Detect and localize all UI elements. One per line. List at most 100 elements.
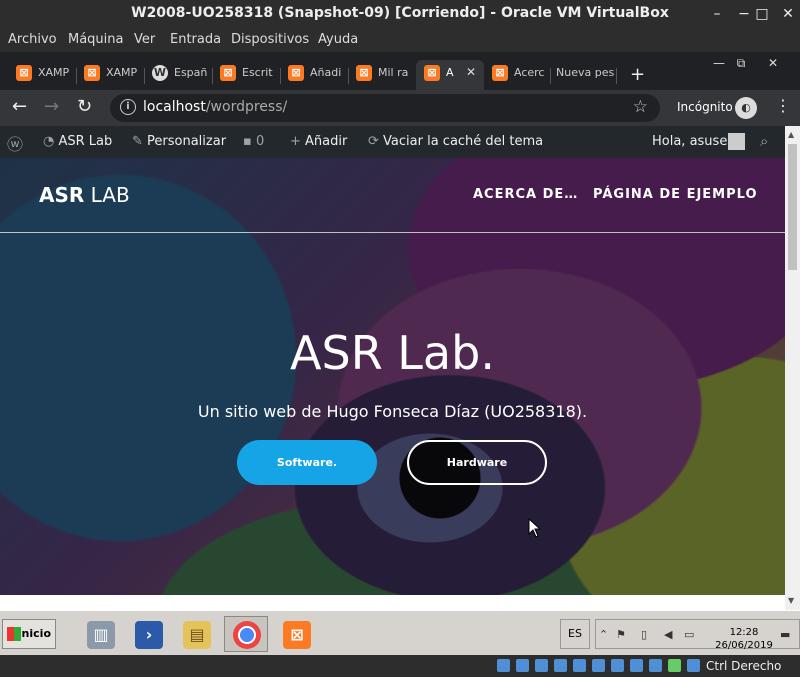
usb-icon[interactable]	[573, 659, 586, 672]
virtualbox-status-bar: Ctrl Derecho	[0, 655, 800, 677]
site-name-link[interactable]: ◔ ASR Lab	[43, 134, 112, 149]
tab-xampp-1[interactable]: ⊠ XAMP	[8, 60, 74, 90]
tab-escritorio[interactable]: ⊠ Escrit	[212, 60, 278, 90]
battery-icon[interactable]: ▯	[641, 628, 647, 641]
tab-wordpress-espanol[interactable]: W Españ	[144, 60, 210, 90]
menu-dispositivos[interactable]: Dispositivos	[231, 32, 309, 47]
recording-icon[interactable]	[630, 659, 643, 672]
new-tab-button[interactable]: +	[630, 64, 645, 85]
info-icon[interactable]: i	[120, 99, 136, 115]
tab-nueva-pestana[interactable]: Nueva pes	[550, 60, 616, 90]
menu-kebab-icon[interactable]: ⋮	[775, 96, 791, 115]
address-bar[interactable]: i localhost/wordpress/ ☆	[110, 94, 660, 122]
clock[interactable]: 12:28 26/06/2019	[714, 626, 774, 652]
shared-folders-icon[interactable]	[592, 659, 605, 672]
url-path: /wordpress/	[205, 99, 288, 115]
powershell-icon: ›	[135, 621, 163, 649]
audio-icon[interactable]	[535, 659, 548, 672]
menu-ver[interactable]: Ver	[134, 32, 155, 47]
dashboard-icon: ◔	[43, 134, 59, 149]
scroll-down-icon[interactable]: ▼	[788, 596, 794, 605]
menu-ayuda[interactable]: Ayuda	[318, 32, 358, 47]
comments-link[interactable]: ▪ 0	[243, 134, 264, 149]
xampp-icon: ⊠	[424, 65, 440, 81]
flag-icon[interactable]: ⚑	[616, 628, 626, 641]
tab-active[interactable]: ⊠ A ✕	[416, 60, 484, 90]
bookmark-star-icon[interactable]: ☆	[633, 97, 648, 117]
customize-link[interactable]: ✎ Personalizar	[132, 134, 226, 149]
volume-muted-icon[interactable]: ◀	[664, 628, 672, 641]
windows-taskbar: Inicio ▥ › ▤ ⊠ ES ⌃ ⚑ ▯ ◀ ▭ 12:28 26/06/…	[0, 610, 800, 655]
chrome-icon	[233, 621, 261, 649]
start-button[interactable]: Inicio	[2, 619, 56, 649]
tab-acerca[interactable]: ⊠ Acerc	[484, 60, 550, 90]
network-adapter-icon[interactable]	[554, 659, 567, 672]
refresh-icon: ⟳	[368, 134, 384, 149]
tray-expand-icon[interactable]: ⌃	[599, 628, 608, 641]
tab-mil-rosas[interactable]: ⊠ Mil ra	[348, 60, 414, 90]
hero-subtitle: Un sitio web de Hugo Fonseca Díaz (UO258…	[197, 402, 588, 421]
incognito-icon[interactable]: ◐	[735, 97, 757, 119]
back-arrow-icon[interactable]: ←	[12, 96, 27, 117]
search-icon[interactable]: ⌕	[760, 132, 768, 150]
plus-icon: +	[290, 134, 306, 149]
hero-title: ASR Lab.	[290, 326, 495, 380]
minimize-button[interactable]: –	[706, 3, 728, 25]
clear-cache-link[interactable]: ⟳ Vaciar la caché del tema	[368, 134, 543, 149]
tab-anadir[interactable]: ⊠ Añadi	[280, 60, 346, 90]
taskbar-powershell[interactable]: ›	[126, 616, 170, 652]
brush-icon: ✎	[132, 134, 148, 149]
taskbar-chrome[interactable]	[224, 616, 268, 652]
url-host: localhost	[143, 99, 206, 115]
display-icon[interactable]	[611, 659, 624, 672]
clock-date: 26/06/2019	[715, 640, 773, 651]
chrome-restore-button[interactable]: ⧉	[726, 54, 756, 72]
close-button[interactable]: ✕	[777, 3, 799, 25]
taskbar-xampp[interactable]: ⊠	[274, 616, 318, 652]
scrollbar-thumb[interactable]	[788, 144, 797, 270]
menu-maquina[interactable]: Máquina	[68, 32, 124, 47]
virtualbox-title-bar: W2008-UO258318 (Snapshot-09) [Corriendo]…	[0, 0, 800, 28]
page-bottom-area	[0, 595, 785, 610]
xampp-icon: ⊠	[288, 65, 304, 81]
mouse-integration-icon[interactable]	[687, 659, 700, 672]
language-indicator[interactable]: ES	[560, 619, 590, 649]
mouse-cursor-icon	[528, 518, 540, 538]
taskbar-server-manager[interactable]: ▥	[78, 616, 122, 652]
account-greeting[interactable]: Hola, asuser	[652, 134, 733, 149]
taskbar-explorer[interactable]: ▤	[174, 616, 218, 652]
browser-tab-strip: ⊠ XAMP ⊠ XAMP W Españ ⊠ Escrit ⊠ Añadi ⊠ Mil r…	[0, 52, 800, 90]
close-tab-icon[interactable]: ✕	[466, 65, 476, 79]
hardware-button[interactable]: Hardware	[407, 440, 547, 485]
add-new-link[interactable]: + Añadir	[290, 134, 347, 149]
scroll-up-icon[interactable]: ▲	[788, 130, 794, 139]
maximize-button[interactable]: □	[751, 3, 773, 25]
system-tray: ⌃ ⚑ ▯ ◀ ▭ 12:28 26/06/2019 ▬	[595, 619, 800, 652]
nav-pagina-de-ejemplo[interactable]: PÁGINA DE EJEMPLO	[593, 187, 758, 202]
show-desktop-icon[interactable]: ▬	[780, 628, 790, 641]
software-button[interactable]: Software.	[237, 440, 377, 485]
chrome-close-button[interactable]: ✕	[758, 54, 788, 72]
reload-icon[interactable]: ↻	[77, 96, 92, 117]
hard-disk-icon[interactable]	[497, 659, 510, 672]
network-icon[interactable]: ▭	[684, 628, 694, 641]
menu-entrada[interactable]: Entrada	[170, 32, 221, 47]
xampp-icon: ⊠	[283, 621, 311, 649]
guest-additions-icon[interactable]	[668, 659, 681, 672]
incognito-label: Incógnito	[677, 100, 733, 114]
wp-admin-bar: ⓦ ◔ ASR Lab ✎ Personalizar ▪ 0 + Añadir …	[0, 126, 785, 158]
vt-x-icon[interactable]	[649, 659, 662, 672]
forward-arrow-icon[interactable]: →	[44, 96, 59, 117]
tab-xampp-2[interactable]: ⊠ XAMP	[76, 60, 142, 90]
avatar[interactable]	[728, 133, 745, 150]
optical-drive-icon[interactable]	[516, 659, 529, 672]
page-scrollbar[interactable]: ▲ ▼	[785, 126, 800, 610]
site-brand[interactable]: ASR LAB	[39, 183, 130, 207]
windows-logo-icon	[7, 627, 21, 641]
wordpress-icon: W	[152, 65, 168, 81]
wordpress-logo-icon[interactable]: ⓦ	[7, 131, 23, 155]
nav-acerca-de[interactable]: ACERCA DE…	[473, 187, 578, 202]
comment-icon: ▪	[243, 134, 256, 149]
menu-archivo[interactable]: Archivo	[8, 32, 57, 47]
header-divider	[0, 232, 785, 233]
